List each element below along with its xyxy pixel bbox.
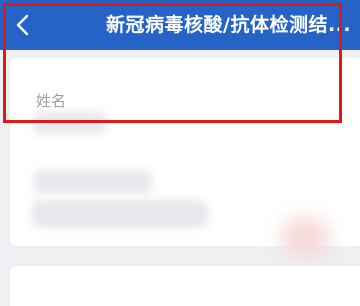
detail-line-blurred: [34, 170, 152, 194]
name-value-blurred: [34, 112, 106, 134]
chevron-left-icon: [16, 14, 29, 36]
app-header: 新冠病毒核酸/抗体检测结...: [0, 0, 360, 50]
seal-blurred: [280, 218, 330, 258]
back-button[interactable]: [8, 10, 36, 40]
page-title: 新冠病毒核酸/抗体检测结...: [106, 14, 352, 36]
detail-line-blurred: [32, 200, 208, 228]
name-field-label: 姓名: [36, 92, 67, 110]
next-card: [10, 266, 360, 306]
